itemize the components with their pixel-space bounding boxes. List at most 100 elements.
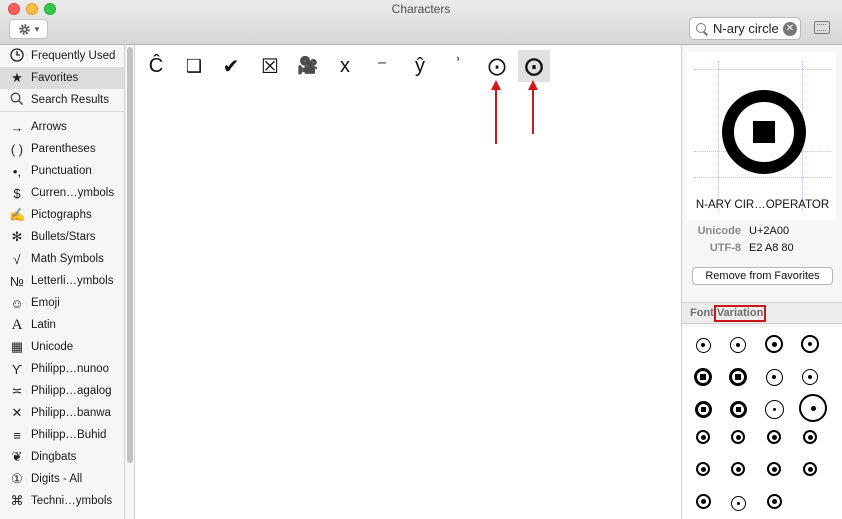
sidebar-item-emoji[interactable]: ☺ Emoji bbox=[0, 292, 124, 314]
sidebar-item-currency-symbols[interactable]: $ Curren…ymbols bbox=[0, 182, 124, 204]
font-variation-cell[interactable] bbox=[691, 333, 715, 357]
font-variation-cell[interactable] bbox=[762, 489, 786, 513]
font-variation-label-variation: Variation bbox=[713, 305, 767, 322]
font-variation-cell[interactable] bbox=[762, 425, 786, 449]
sidebar-item-pictographs[interactable]: ✍ Pictographs bbox=[0, 204, 124, 226]
font-variation-cell[interactable] bbox=[762, 397, 786, 421]
sidebar-item-bullets-stars[interactable]: ✻ Bullets/Stars bbox=[0, 226, 124, 248]
sidebar-scrollbar[interactable] bbox=[125, 45, 135, 519]
search-field[interactable]: N-ary circle ✕ bbox=[689, 17, 801, 40]
sidebar-item-philippine-hanunoo[interactable]: ϒ Philipp…nunoo bbox=[0, 358, 124, 380]
char-cell[interactable]: ✔ bbox=[215, 50, 247, 82]
sidebar-item-label: Digits - All bbox=[31, 473, 83, 485]
sidebar-item-arrows[interactable]: → Arrows bbox=[0, 116, 124, 138]
sidebar-item-label: Bullets/Stars bbox=[31, 231, 96, 243]
red-annotation-arrow bbox=[528, 80, 538, 134]
sidebar-item-label: Unicode bbox=[31, 341, 74, 353]
font-variation-cell[interactable] bbox=[726, 457, 750, 481]
font-variation-cell[interactable] bbox=[798, 457, 822, 481]
sidebar-item-parentheses[interactable]: ( ) Parentheses bbox=[0, 138, 124, 160]
smiley-icon: ☺ bbox=[10, 295, 24, 311]
sidebar-item-letterlike-symbols[interactable]: № Letterli…ymbols bbox=[0, 270, 124, 292]
tagalog-icon: ≍ bbox=[11, 383, 23, 398]
sidebar-item-search-results[interactable]: Search Results bbox=[0, 89, 124, 111]
sidebar-item-math-symbols[interactable]: √ Math Symbols bbox=[0, 248, 124, 270]
sidebar-item-label: Favorites bbox=[31, 72, 79, 84]
char-cell[interactable]: ❑ bbox=[178, 50, 210, 82]
character-info-panel: N-ARY CIR…OPERATOR Unicode U+2A00 UTF-8 E2… bbox=[681, 45, 842, 519]
font-variation-cell[interactable] bbox=[798, 425, 822, 449]
char-cell-nary-circled-dot[interactable]: ⨀ bbox=[481, 50, 513, 82]
sidebar-item-label: Philipp…nunoo bbox=[31, 363, 110, 375]
font-variation-cell[interactable] bbox=[691, 425, 715, 449]
font-variation-cell[interactable] bbox=[691, 397, 715, 421]
sidebar-item-favorites[interactable]: ★ Favorites bbox=[0, 67, 124, 89]
nary-circled-operator-preview-square bbox=[753, 121, 775, 143]
sidebar-item-frequently-used[interactable]: Frequently Used bbox=[0, 45, 124, 67]
glyph-guide-line bbox=[694, 69, 832, 70]
sidebar-item-punctuation[interactable]: •, Punctuation bbox=[0, 160, 124, 182]
font-variation-cell[interactable] bbox=[798, 365, 822, 389]
sidebar-scroll-thumb[interactable] bbox=[127, 47, 133, 463]
unicode-value: U+2A00 bbox=[749, 225, 790, 237]
character-grid: Ĉ ❑ ✔ ☒ 🎥 x ⁻ ŷ ʾ ⨀ ⨀ bbox=[136, 45, 681, 519]
font-variation-cell[interactable] bbox=[726, 397, 750, 421]
glyph-guide-line bbox=[718, 61, 719, 211]
magnifier-icon bbox=[9, 92, 25, 109]
remove-from-favorites-button[interactable]: Remove from Favorites bbox=[692, 267, 833, 285]
font-variation-label-font: Font bbox=[690, 307, 714, 319]
sidebar-item-philippine-tagbanwa[interactable]: ✕ Philipp…banwa bbox=[0, 402, 124, 424]
font-variation-cell[interactable] bbox=[691, 489, 715, 513]
utf8-value: E2 A8 80 bbox=[749, 242, 794, 254]
search-input[interactable]: N-ary circle bbox=[713, 21, 779, 36]
char-cell[interactable]: ʾ bbox=[442, 50, 474, 82]
character-name: N-ARY CIR…OPERATOR bbox=[695, 199, 830, 211]
sidebar-item-label: Frequently Used bbox=[31, 50, 116, 62]
sidebar-item-label: Philipp…banwa bbox=[31, 407, 111, 419]
punctuation-icon: •, bbox=[12, 163, 22, 179]
font-variation-cell[interactable] bbox=[762, 457, 786, 481]
window-title: Characters bbox=[391, 2, 451, 16]
char-cell[interactable]: Ĉ bbox=[140, 50, 172, 82]
keyboard-viewer-icon[interactable] bbox=[814, 21, 830, 34]
floral-heart-icon: ❦ bbox=[11, 449, 23, 464]
char-cell[interactable]: x bbox=[329, 50, 361, 82]
font-variation-cell[interactable] bbox=[726, 425, 750, 449]
sidebar-item-technical-symbols[interactable]: ⌘ Techni…ymbols bbox=[0, 490, 124, 512]
font-variation-cell[interactable] bbox=[762, 332, 786, 356]
sidebar-item-latin[interactable]: A Latin bbox=[0, 314, 124, 336]
font-variation-cell[interactable] bbox=[798, 393, 828, 423]
sidebar-item-label: Dingbats bbox=[31, 451, 77, 463]
char-cell[interactable]: ☒ bbox=[254, 50, 286, 82]
sidebar-item-label: Philipp…Buhid bbox=[31, 429, 107, 441]
font-variation-cell[interactable] bbox=[691, 457, 715, 481]
red-annotation-arrow bbox=[491, 80, 501, 144]
sidebar-item-philippine-buhid[interactable]: ≡ Philipp…Buhid bbox=[0, 424, 124, 446]
unicode-label: Unicode bbox=[697, 225, 741, 237]
font-variation-cell[interactable] bbox=[762, 365, 786, 389]
char-cell-nary-circled-operator[interactable]: ⨀ bbox=[518, 50, 550, 82]
char-cell[interactable]: ŷ bbox=[404, 50, 436, 82]
char-cell[interactable]: ⁻ bbox=[366, 50, 398, 82]
title-bar: Characters ▾ N-ary circle ✕ bbox=[0, 0, 842, 45]
sidebar-item-label: Curren…ymbols bbox=[31, 187, 115, 199]
glyph-preview bbox=[686, 51, 836, 221]
font-variation-cell[interactable] bbox=[798, 332, 822, 356]
font-variation-grid bbox=[682, 327, 842, 519]
font-variation-cell[interactable] bbox=[726, 365, 750, 389]
font-variation-cell[interactable] bbox=[691, 365, 715, 389]
buhid-icon: ≡ bbox=[13, 427, 21, 443]
sidebar-item-unicode[interactable]: ▦ Unicode bbox=[0, 336, 124, 358]
char-cell[interactable]: 🎥 bbox=[292, 50, 324, 82]
sidebar-item-digits-all[interactable]: ① Digits - All bbox=[0, 468, 124, 490]
font-variation-cell[interactable] bbox=[726, 333, 750, 357]
clear-search-icon[interactable]: ✕ bbox=[783, 22, 797, 36]
square-root-icon: √ bbox=[13, 251, 21, 267]
hanunoo-icon: ϒ bbox=[11, 361, 23, 377]
asterisk-icon: ✻ bbox=[11, 229, 23, 244]
font-variation-cell[interactable] bbox=[726, 491, 750, 515]
action-menu-button[interactable]: ▾ bbox=[9, 19, 48, 39]
sidebar-item-philippine-tagalog[interactable]: ≍ Philipp…agalog bbox=[0, 380, 124, 402]
nary-circled-operator-glyph: ⨀ bbox=[525, 55, 543, 76]
sidebar-item-dingbats[interactable]: ❦ Dingbats bbox=[0, 446, 124, 468]
